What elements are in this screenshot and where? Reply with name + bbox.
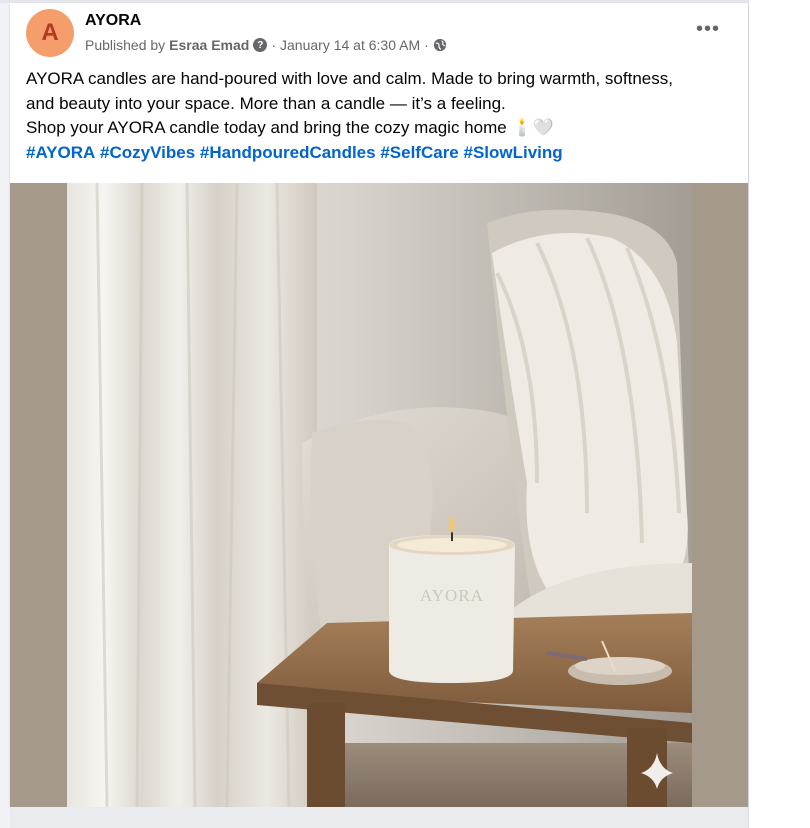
- hashtag-link[interactable]: #SlowLiving: [464, 143, 563, 162]
- post-text-line: AYORA candles are hand-poured with love …: [26, 69, 673, 88]
- post-card: A AYORA Published by Esraa Emad ? · Janu…: [10, 3, 748, 807]
- candle-brand-label: AYORA: [420, 586, 484, 605]
- post-text-line: and beauty into your space. More than a …: [26, 93, 506, 113]
- hashtag-link[interactable]: #HandpouredCandles: [200, 143, 376, 162]
- post-message: AYORA candles are hand-poured with love …: [26, 67, 738, 165]
- right-panel: [748, 0, 810, 828]
- post-photo[interactable]: AYORA: [67, 183, 692, 807]
- post-footer-strip: [10, 807, 748, 828]
- meta-separator: ·: [424, 37, 429, 53]
- page-name-link[interactable]: AYORA: [85, 12, 141, 30]
- more-options-button[interactable]: •••: [690, 15, 726, 43]
- post-text-line-content: Shop your AYORA candle today and bring t…: [26, 118, 507, 137]
- candle-heart-emoji: 🕯️🤍: [511, 118, 554, 137]
- meta-separator: ·: [271, 37, 277, 53]
- hashtag-link[interactable]: #CozyVibes: [100, 143, 195, 162]
- hashtag-link[interactable]: #SelfCare: [380, 143, 458, 162]
- post-text-line: Shop your AYORA candle today and bring t…: [26, 116, 738, 141]
- published-by-label: Published by: [85, 37, 166, 53]
- avatar[interactable]: A: [26, 9, 74, 57]
- help-icon[interactable]: ?: [253, 38, 268, 52]
- hashtag-link[interactable]: #AYORA: [26, 143, 95, 162]
- hashtag-row: #AYORA #CozyVibes #HandpouredCandles #Se…: [26, 141, 738, 166]
- globe-icon[interactable]: [433, 38, 447, 52]
- post-media[interactable]: AYORA: [10, 183, 748, 807]
- post-date-link[interactable]: January 14 at 6:30 AM: [280, 37, 420, 53]
- post-meta: Published by Esraa Emad ? · January 14 a…: [85, 37, 447, 53]
- author-link[interactable]: Esraa Emad: [169, 37, 249, 53]
